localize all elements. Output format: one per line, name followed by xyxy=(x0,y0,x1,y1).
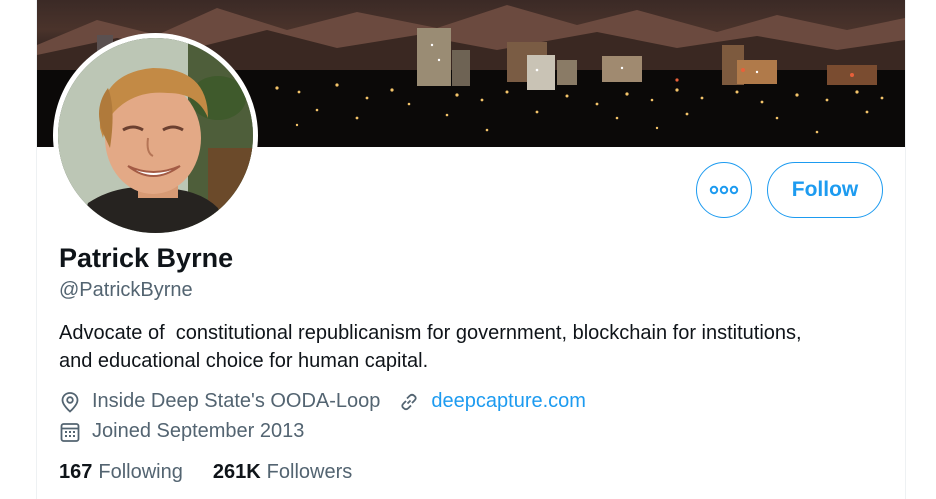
profile-meta-row: Inside Deep State's OODA-Loop deepcaptur… xyxy=(59,390,586,413)
profile-avatar[interactable] xyxy=(53,33,258,238)
followers-count: 261K xyxy=(212,461,261,483)
profile-handle: @PatrickByrne xyxy=(59,279,193,301)
profile-location: Inside Deep State's OODA-Loop xyxy=(92,390,381,412)
link-icon xyxy=(398,391,420,413)
calendar-icon xyxy=(59,421,81,443)
following-count: 167 xyxy=(59,461,93,483)
more-options-button[interactable] xyxy=(696,162,752,218)
avatar-photo xyxy=(58,38,253,233)
following-label: Following xyxy=(98,461,183,483)
followers-stat[interactable]: 261K Followers xyxy=(213,461,352,484)
following-stat[interactable]: 167 Following xyxy=(59,461,183,484)
profile-stats: 167 Following 261K Followers xyxy=(59,461,382,484)
profile-joined-row: Joined September 2013 xyxy=(59,420,304,443)
profile-bio: Advocate of constitutional republicanism… xyxy=(59,322,808,372)
profile-joined-date: Joined September 2013 xyxy=(92,420,305,442)
follow-button[interactable]: Follow xyxy=(767,162,883,218)
profile-name: Patrick Byrne xyxy=(59,243,234,273)
profile-website-link[interactable]: deepcapture.com xyxy=(431,390,586,413)
location-pin-icon xyxy=(59,391,81,413)
followers-label: Followers xyxy=(266,461,353,483)
profile-card: Follow Patrick Byrne @PatrickByrne Advoc… xyxy=(36,0,906,499)
more-horizontal-icon xyxy=(709,185,739,195)
